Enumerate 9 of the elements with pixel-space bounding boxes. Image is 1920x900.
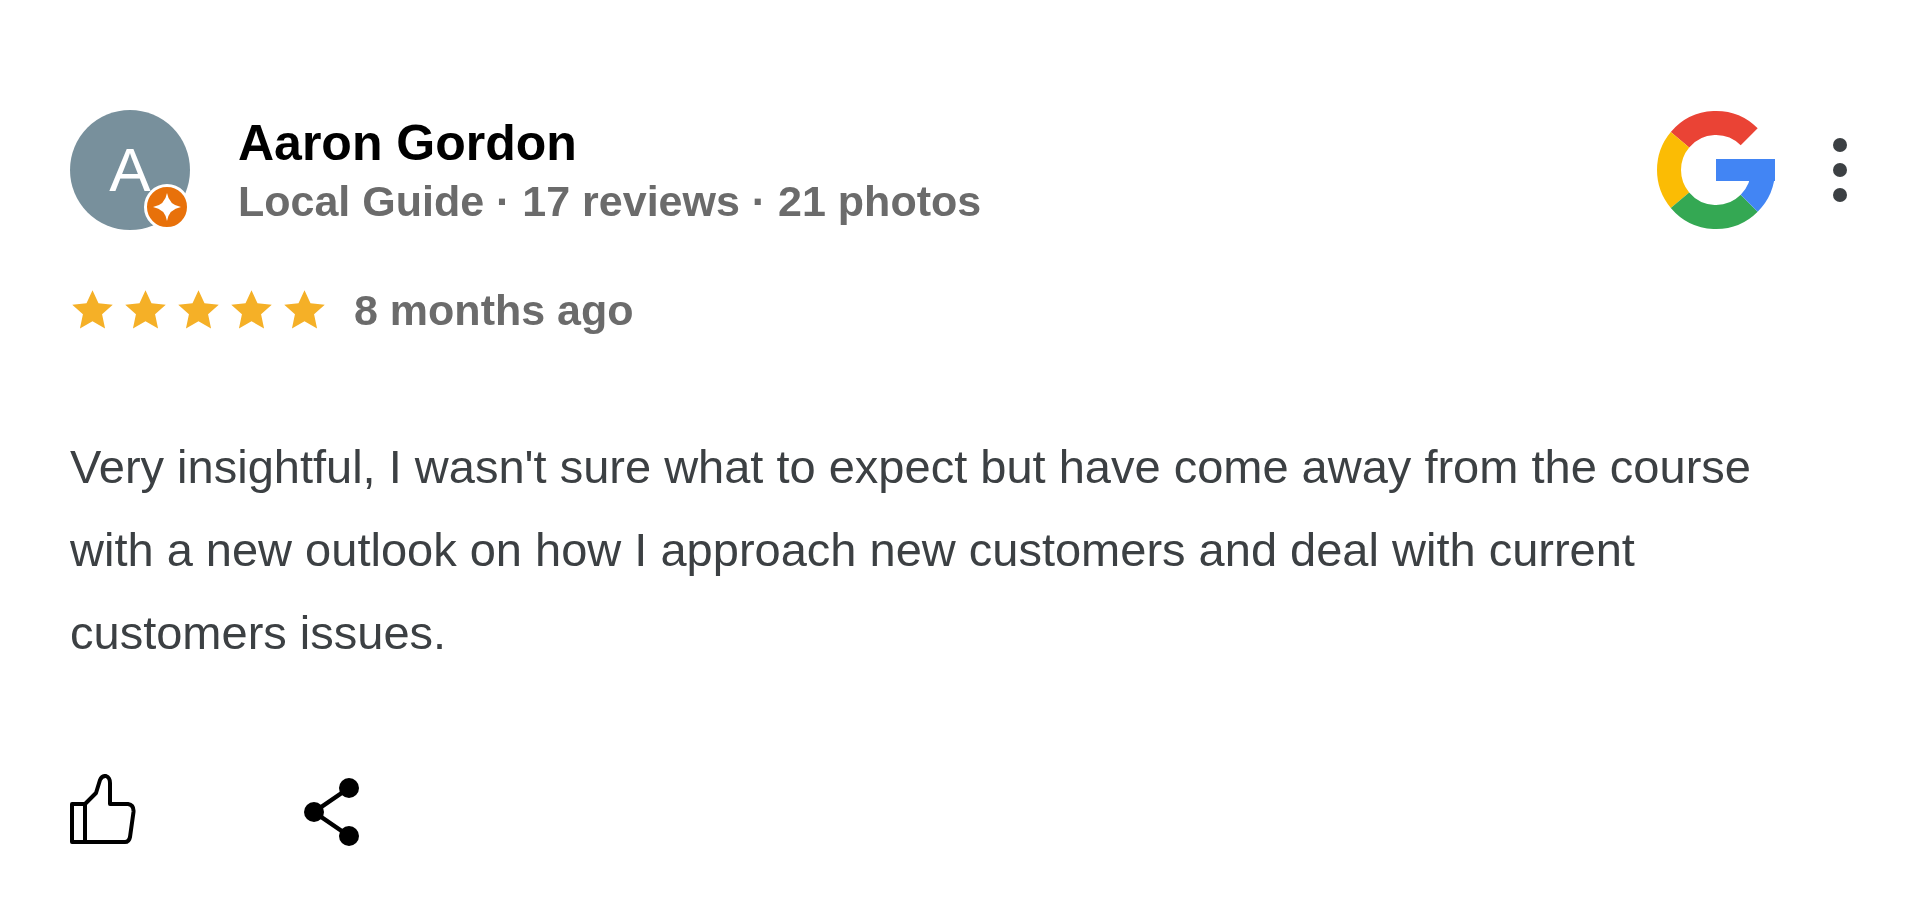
review-time: 8 months ago	[354, 285, 634, 335]
reviewer-details: Local Guide · 17 reviews · 21 photos	[238, 176, 983, 226]
more-options-icon[interactable]	[1833, 138, 1847, 202]
thumbs-up-icon[interactable]	[70, 774, 136, 844]
share-icon[interactable]	[304, 778, 360, 846]
review-text: Very insightful, I wasn't sure what to expect but have come away from the course with a new outlook on how I approach new customers and deal with current customers issues.	[70, 439, 1752, 661]
g-logo-icon	[1656, 110, 1776, 230]
avatar-initial: A	[109, 139, 151, 201]
reviewer-name[interactable]: Aaron Gordon	[238, 115, 1656, 171]
